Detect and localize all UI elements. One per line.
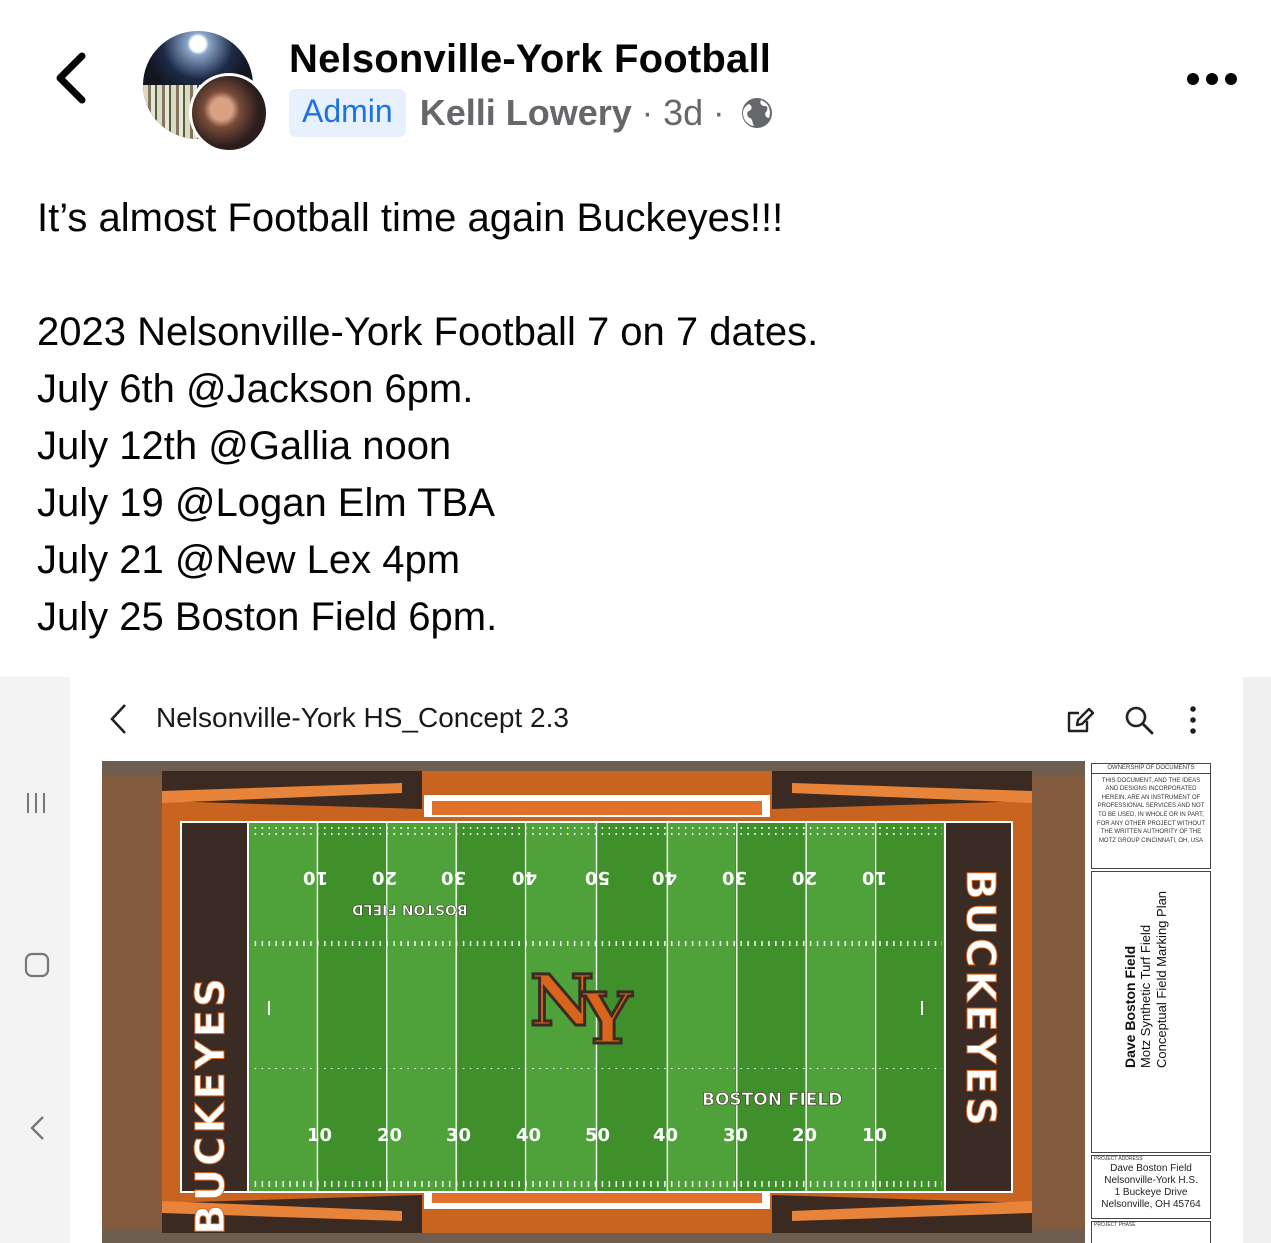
more-vertical-icon[interactable] [1186, 705, 1200, 735]
project-address-header: PROJECT ADDRESS [1094, 1156, 1143, 1162]
plan-title-block: OWNERSHIP OF DOCUMENTS THIS DOCUMENT, AN… [1089, 761, 1213, 1243]
project-phase-header: PROJECT PHASE [1094, 1222, 1136, 1228]
ownership-box: OWNERSHIP OF DOCUMENTS THIS DOCUMENT, AN… [1091, 763, 1211, 869]
document-title: Nelsonville-York HS_Concept 2.3 [156, 702, 569, 733]
yard-number: 20 [792, 1125, 818, 1146]
field-name-bottom: BOSTON FIELD [702, 1090, 843, 1111]
viewer-back-icon[interactable] [106, 703, 130, 735]
edit-icon[interactable] [1065, 705, 1095, 735]
yard-number: 30 [441, 867, 467, 888]
chevron-left-icon [56, 52, 86, 104]
page-avatar[interactable] [143, 31, 269, 153]
back-button[interactable] [48, 48, 98, 108]
system-nav-bar [0, 677, 71, 1243]
endzone-right-text: BUCKEYES [957, 869, 1004, 1130]
project-address-box: PROJECT ADDRESS Dave Boston Field Nelson… [1091, 1155, 1211, 1219]
endzone-left-text: BUCKEYES [188, 975, 235, 1236]
search-icon[interactable] [1124, 705, 1154, 735]
logo-letter-y: Y [581, 976, 634, 1062]
yard-number: 40 [512, 867, 538, 888]
more-horizontal-icon [1187, 73, 1237, 85]
address-line4: Nelsonville, OH 45764 [1101, 1199, 1201, 1210]
yard-number: 20 [377, 1125, 403, 1146]
center-logo: N Y [529, 958, 670, 1062]
field-name-top: BOSTON FIELD [352, 901, 468, 918]
admin-badge: Admin [289, 89, 406, 137]
yard-number: 50 [585, 867, 611, 888]
yard-number: 10 [862, 867, 888, 888]
yard-number: 40 [516, 1125, 542, 1146]
post-message: It’s almost Football time again Buckeyes… [37, 196, 819, 639]
address-line3: 1 Buckeye Drive [1114, 1187, 1188, 1198]
address-line1: Dave Boston Field [1110, 1163, 1192, 1174]
yard-number: 10 [307, 1125, 333, 1146]
yard-numbers-top: 10 20 30 40 50 40 30 20 10 [0, 867, 1271, 893]
post-timestamp[interactable]: 3d [663, 92, 703, 134]
yard-number: 10 [303, 867, 329, 888]
yard-number: 30 [722, 867, 748, 888]
author-profile-photo [189, 73, 269, 153]
ownership-header: OWNERSHIP OF DOCUMENTS [1092, 764, 1210, 774]
image-edge [1243, 677, 1271, 1243]
page-name[interactable]: Nelsonville-York Football [289, 37, 771, 82]
globe-icon[interactable] [740, 96, 774, 130]
yard-number: 20 [792, 867, 818, 888]
plan-title-line3: Conceptual Field Marking Plan [1154, 890, 1169, 1068]
recent-apps-icon[interactable] [24, 791, 48, 815]
yard-number: 40 [652, 867, 678, 888]
project-phase-box: PROJECT PHASE [1091, 1221, 1211, 1243]
plan-title-line2: Motz Synthetic Turf Field [1138, 924, 1153, 1068]
yard-number: 30 [723, 1125, 749, 1146]
yard-number: 10 [862, 1125, 888, 1146]
plan-title-line1: Dave Boston Field [1122, 945, 1138, 1068]
yard-number: 30 [446, 1125, 472, 1146]
meta-separator-2: · [713, 93, 725, 132]
plan-title-box: Dave Boston Field Motz Synthetic Turf Fi… [1091, 871, 1211, 1153]
meta-separator: · [641, 93, 654, 132]
yard-number: 50 [585, 1125, 611, 1146]
post-meta: Admin Kelli Lowery · 3d · [289, 86, 774, 140]
home-icon[interactable] [24, 952, 50, 978]
yard-number: 40 [653, 1125, 679, 1146]
address-line2: Nelsonville-York H.S. [1104, 1175, 1198, 1186]
more-options-button[interactable] [1185, 68, 1239, 90]
ownership-text: THIS DOCUMENT, AND THE IDEAS AND DESIGNS… [1096, 777, 1206, 844]
author-name[interactable]: Kelli Lowery [420, 92, 632, 134]
post-image-attachment[interactable]: Nelsonville-York HS_Concept 2.3 BUCKEYES… [0, 677, 1271, 1243]
plan-title: Dave Boston Field Motz Synthetic Turf Fi… [1122, 868, 1170, 1068]
yard-number: 20 [372, 867, 398, 888]
yard-numbers-bottom: 10 20 30 40 50 40 30 20 10 [0, 1125, 1271, 1151]
